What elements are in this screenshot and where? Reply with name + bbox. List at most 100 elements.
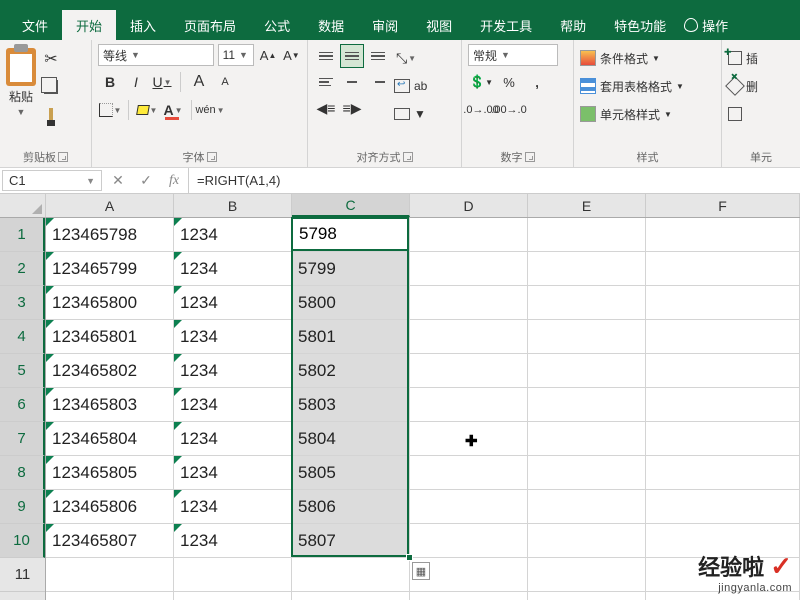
col-header-E[interactable]: E — [528, 194, 646, 217]
cell-B8[interactable]: 1234 — [174, 456, 292, 490]
clipboard-dialog-launcher[interactable] — [58, 152, 68, 162]
cell-D6[interactable] — [410, 388, 528, 422]
cell-A4[interactable]: 123465801 — [46, 320, 174, 354]
cell-B3[interactable]: 1234 — [174, 286, 292, 320]
row-header-11[interactable]: 11 — [0, 558, 45, 592]
wrap-text-button[interactable]: ab — [394, 74, 427, 98]
increase-font-button[interactable]: A▲ — [258, 44, 277, 66]
row-header-1[interactable]: 1 — [0, 218, 45, 252]
font-size-combo[interactable]: 11▼ — [218, 44, 255, 66]
font-shrink-a[interactable]: A — [213, 70, 237, 94]
col-header-A[interactable]: A — [46, 194, 174, 217]
cell-D7[interactable] — [410, 422, 528, 456]
cell-A5[interactable]: 123465802 — [46, 354, 174, 388]
ribbon-tab-6[interactable]: 审阅 — [358, 10, 412, 40]
number-format-combo[interactable]: 常规▼ — [468, 44, 558, 66]
accounting-button[interactable]: 💲▼ — [468, 70, 494, 94]
cell-A6[interactable]: 123465803 — [46, 388, 174, 422]
cell-B7[interactable]: 1234 — [174, 422, 292, 456]
row-header-5[interactable]: 5 — [0, 354, 45, 388]
cell-B11[interactable] — [174, 558, 292, 592]
cell-C12[interactable] — [292, 592, 410, 600]
comma-button[interactable]: , — [524, 70, 550, 94]
align-right[interactable] — [366, 70, 390, 94]
cell-F4[interactable] — [646, 320, 800, 354]
cell-F8[interactable] — [646, 456, 800, 490]
cell-C2[interactable]: 5799 — [292, 252, 410, 286]
cell-A11[interactable] — [46, 558, 174, 592]
cell-B2[interactable]: 1234 — [174, 252, 292, 286]
ribbon-tab-8[interactable]: 开发工具 — [466, 10, 546, 40]
cell-F3[interactable] — [646, 286, 800, 320]
cell-B6[interactable]: 1234 — [174, 388, 292, 422]
ribbon-tab-9[interactable]: 帮助 — [546, 10, 600, 40]
cell-A1[interactable]: 123465798 — [46, 218, 174, 252]
ribbon-tab-2[interactable]: 插入 — [116, 10, 170, 40]
cell-C4[interactable]: 5801 — [292, 320, 410, 354]
confirm-formula-button[interactable]: ✓ — [132, 172, 160, 189]
align-middle[interactable] — [340, 44, 364, 68]
cell-E10[interactable] — [528, 524, 646, 558]
cell-A3[interactable]: 123465800 — [46, 286, 174, 320]
ribbon-tab-10[interactable]: 特色功能 — [600, 10, 680, 40]
row-header-12[interactable]: 12 — [0, 592, 45, 600]
ribbon-tab-7[interactable]: 视图 — [412, 10, 466, 40]
col-header-F[interactable]: F — [646, 194, 800, 217]
cell-E7[interactable] — [528, 422, 646, 456]
orientation-button[interactable]: ⤡▼ — [394, 46, 418, 70]
font-color-button[interactable]: A▼ — [161, 98, 185, 122]
cell-E4[interactable] — [528, 320, 646, 354]
increase-indent[interactable]: ≡▶ — [340, 96, 364, 120]
row-header-4[interactable]: 4 — [0, 320, 45, 354]
decrease-decimal[interactable]: .00→.0 — [496, 98, 522, 122]
cell-F1[interactable] — [646, 218, 800, 252]
merge-button[interactable]: ▼ — [394, 102, 427, 126]
cell-E3[interactable] — [528, 286, 646, 320]
font-dialog-launcher[interactable] — [207, 152, 217, 162]
cell-D9[interactable] — [410, 490, 528, 524]
cell-F7[interactable] — [646, 422, 800, 456]
cell-B5[interactable]: 1234 — [174, 354, 292, 388]
ribbon-tab-4[interactable]: 公式 — [250, 10, 304, 40]
font-name-combo[interactable]: 等线▼ — [98, 44, 214, 66]
percent-button[interactable]: % — [496, 70, 522, 94]
fill-color-button[interactable]: ▼ — [135, 98, 159, 122]
cell-E11[interactable] — [528, 558, 646, 592]
cell-B9[interactable]: 1234 — [174, 490, 292, 524]
delete-cell-button[interactable]: 删 — [728, 74, 794, 98]
cell-F5[interactable] — [646, 354, 800, 388]
cell-C1[interactable] — [292, 218, 410, 252]
cell-D2[interactable] — [410, 252, 528, 286]
format-table-button[interactable]: 套用表格格式▼ — [580, 74, 715, 98]
cell-A7[interactable]: 123465804 — [46, 422, 174, 456]
cell-C7[interactable]: 5804 — [292, 422, 410, 456]
fx-button[interactable]: fx — [160, 173, 188, 189]
row-header-2[interactable]: 2 — [0, 252, 45, 286]
border-button[interactable]: ▼ — [98, 98, 122, 122]
cell-C3[interactable]: 5800 — [292, 286, 410, 320]
cell-D10[interactable] — [410, 524, 528, 558]
cell-B1[interactable]: 1234 — [174, 218, 292, 252]
decrease-indent[interactable]: ◀≡ — [314, 96, 338, 120]
row-header-9[interactable]: 9 — [0, 490, 45, 524]
increase-decimal[interactable]: .0→.00 — [468, 98, 494, 122]
cell-B12[interactable] — [174, 592, 292, 600]
cell-D12[interactable] — [410, 592, 528, 600]
cell-D3[interactable] — [410, 286, 528, 320]
autofill-options-button[interactable]: ▦ — [412, 562, 430, 580]
paste-button[interactable]: 粘贴 — [9, 88, 33, 105]
row-header-7[interactable]: 7 — [0, 422, 45, 456]
insert-cell-button[interactable]: 插 — [728, 46, 794, 70]
copy-button[interactable] — [40, 76, 62, 98]
cell-D1[interactable] — [410, 218, 528, 252]
format-painter-button[interactable] — [40, 104, 62, 126]
cell-C9[interactable]: 5806 — [292, 490, 410, 524]
cell-F6[interactable] — [646, 388, 800, 422]
tell-me[interactable]: 操作 — [684, 10, 728, 40]
underline-button[interactable]: U▼ — [150, 70, 174, 94]
cell-E5[interactable] — [528, 354, 646, 388]
align-center[interactable] — [340, 70, 364, 94]
font-grow-a[interactable]: A — [187, 70, 211, 94]
number-dialog-launcher[interactable] — [525, 152, 535, 162]
phonetic-button[interactable]: wén▼ — [198, 98, 222, 122]
